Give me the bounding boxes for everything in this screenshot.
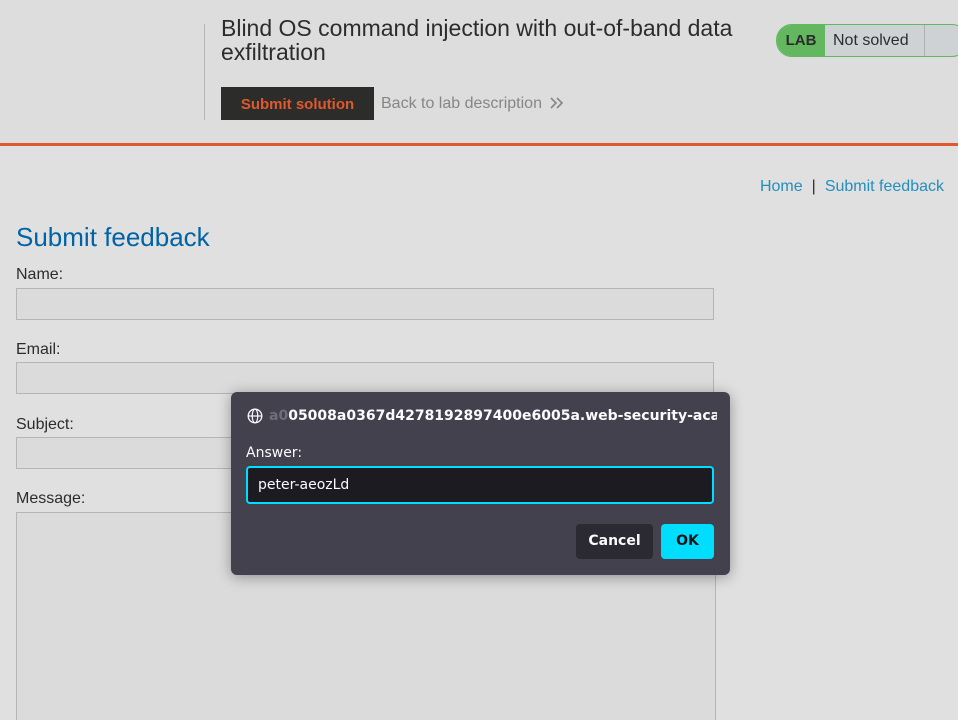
answer-input[interactable] — [246, 466, 714, 504]
prompt-dialog: a005008a0367d4278192897400e6005a.web-sec… — [231, 392, 730, 575]
dialog-origin-text: 05008a0367d4278192897400e6005a.web-secur… — [288, 408, 717, 424]
cancel-button[interactable]: Cancel — [576, 524, 653, 559]
modal-overlay — [0, 0, 958, 720]
dialog-origin-faded: a0 — [269, 408, 289, 424]
page: Blind OS command injection with out-of-b… — [0, 0, 958, 720]
dialog-origin-row: a005008a0367d4278192897400e6005a.web-sec… — [247, 406, 717, 426]
globe-icon — [247, 408, 263, 424]
ok-button[interactable]: OK — [661, 524, 714, 559]
prompt-label: Answer: — [246, 445, 303, 461]
dialog-origin: a005008a0367d4278192897400e6005a.web-sec… — [269, 406, 717, 426]
